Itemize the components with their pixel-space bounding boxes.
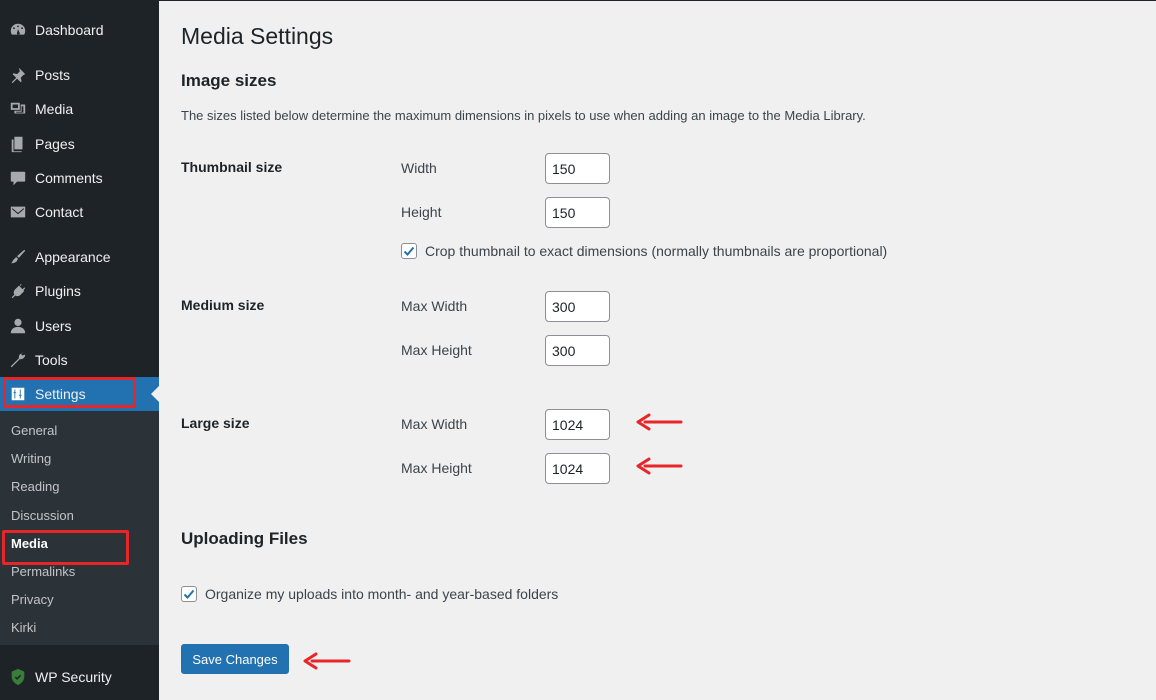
- menu-item-settings[interactable]: Settings: [0, 377, 159, 411]
- menu-label: Appearance: [35, 249, 111, 265]
- large-height-label: Max Height: [401, 460, 472, 476]
- menu-label: Tools: [35, 352, 68, 368]
- wrench-icon: [8, 350, 28, 370]
- annotation-arrow-icon: [636, 457, 683, 475]
- shield-icon: [8, 667, 28, 687]
- envelope-icon: [8, 202, 28, 222]
- thumbnail-height-label: Height: [401, 204, 442, 220]
- page-title: Media Settings: [181, 23, 334, 49]
- large-width-label: Max Width: [401, 416, 468, 432]
- menu-item-users[interactable]: Users: [0, 309, 159, 343]
- menu-item-plugins[interactable]: Plugins: [0, 274, 159, 308]
- pin-icon: [8, 65, 28, 85]
- dashboard-icon: [8, 20, 28, 40]
- menu-label: Users: [35, 318, 72, 334]
- image-sizes-description: The sizes listed below determine the max…: [181, 108, 866, 123]
- crop-thumbnail-option[interactable]: Crop thumbnail to exact dimensions (norm…: [401, 243, 887, 259]
- menu-item-pages[interactable]: Pages: [0, 127, 159, 161]
- medium-size-label: Medium size: [181, 297, 265, 313]
- submenu-item-media[interactable]: Media: [11, 534, 48, 554]
- organize-uploads-label: Organize my uploads into month- and year…: [205, 586, 559, 602]
- image-sizes-heading: Image sizes: [181, 71, 277, 90]
- menu-item-comments[interactable]: Comments: [0, 161, 159, 195]
- medium-width-label: Max Width: [401, 298, 468, 314]
- submenu-item-reading[interactable]: Reading: [11, 477, 59, 497]
- uploading-files-heading: Uploading Files: [181, 529, 308, 548]
- annotation-arrow-icon: [303, 652, 351, 670]
- menu-label: WP Security: [35, 669, 112, 685]
- menu-label: Dashboard: [35, 22, 104, 38]
- menu-item-contact[interactable]: Contact: [0, 195, 159, 229]
- menu-label: Pages: [35, 136, 75, 152]
- user-icon: [8, 316, 28, 336]
- organize-uploads-checkbox[interactable]: [181, 586, 197, 602]
- menu-item-wp-security[interactable]: WP Security: [0, 660, 159, 694]
- menu-item-tools[interactable]: Tools: [0, 343, 159, 377]
- medium-width-input[interactable]: [545, 291, 610, 322]
- checkmark-icon: [183, 589, 195, 599]
- menu-item-dashboard[interactable]: Dashboard: [0, 13, 159, 47]
- organize-uploads-option[interactable]: Organize my uploads into month- and year…: [181, 586, 558, 602]
- pages-icon: [8, 134, 28, 154]
- settings-icon: [8, 384, 28, 404]
- crop-thumbnail-checkbox[interactable]: [401, 243, 417, 259]
- brush-icon: [8, 247, 28, 267]
- submenu-item-permalinks[interactable]: Permalinks: [11, 562, 75, 582]
- large-height-input[interactable]: [545, 453, 610, 484]
- admin-sidebar: Dashboard Posts Media Pages Comments Con…: [0, 0, 159, 700]
- submenu-item-privacy[interactable]: Privacy: [11, 590, 54, 610]
- submenu-item-kirki[interactable]: Kirki: [11, 618, 36, 638]
- thumbnail-size-label: Thumbnail size: [181, 159, 283, 175]
- thumbnail-width-label: Width: [401, 160, 437, 176]
- menu-label: Posts: [35, 67, 71, 83]
- menu-label: Plugins: [35, 283, 81, 299]
- media-icon: [8, 99, 28, 119]
- menu-item-posts[interactable]: Posts: [0, 58, 159, 92]
- checkmark-icon: [403, 246, 415, 256]
- submenu-item-writing[interactable]: Writing: [11, 449, 51, 469]
- menu-label: Settings: [35, 386, 86, 402]
- submenu-item-discussion[interactable]: Discussion: [11, 506, 74, 526]
- large-width-input[interactable]: [545, 409, 610, 440]
- menu-label: Comments: [35, 170, 103, 186]
- large-size-label: Large size: [181, 415, 250, 431]
- save-changes-button[interactable]: Save Changes: [181, 644, 289, 674]
- thumbnail-width-input[interactable]: [545, 153, 610, 184]
- comment-icon: [8, 168, 28, 188]
- menu-label: Media: [35, 101, 74, 117]
- annotation-arrow-icon: [636, 413, 683, 431]
- main-content: Media Settings Image sizes The sizes lis…: [159, 0, 1156, 700]
- menu-item-media[interactable]: Media: [0, 92, 159, 126]
- menu-label: Contact: [35, 204, 84, 220]
- active-indicator: [151, 386, 159, 402]
- medium-height-label: Max Height: [401, 342, 472, 358]
- menu-item-appearance[interactable]: Appearance: [0, 240, 159, 274]
- crop-thumbnail-label: Crop thumbnail to exact dimensions (norm…: [425, 243, 888, 259]
- settings-submenu: General Writing Reading Discussion Media…: [0, 411, 159, 645]
- medium-height-input[interactable]: [545, 335, 610, 366]
- submenu-item-general[interactable]: General: [11, 421, 57, 441]
- thumbnail-height-input[interactable]: [545, 197, 610, 228]
- plug-icon: [8, 281, 28, 301]
